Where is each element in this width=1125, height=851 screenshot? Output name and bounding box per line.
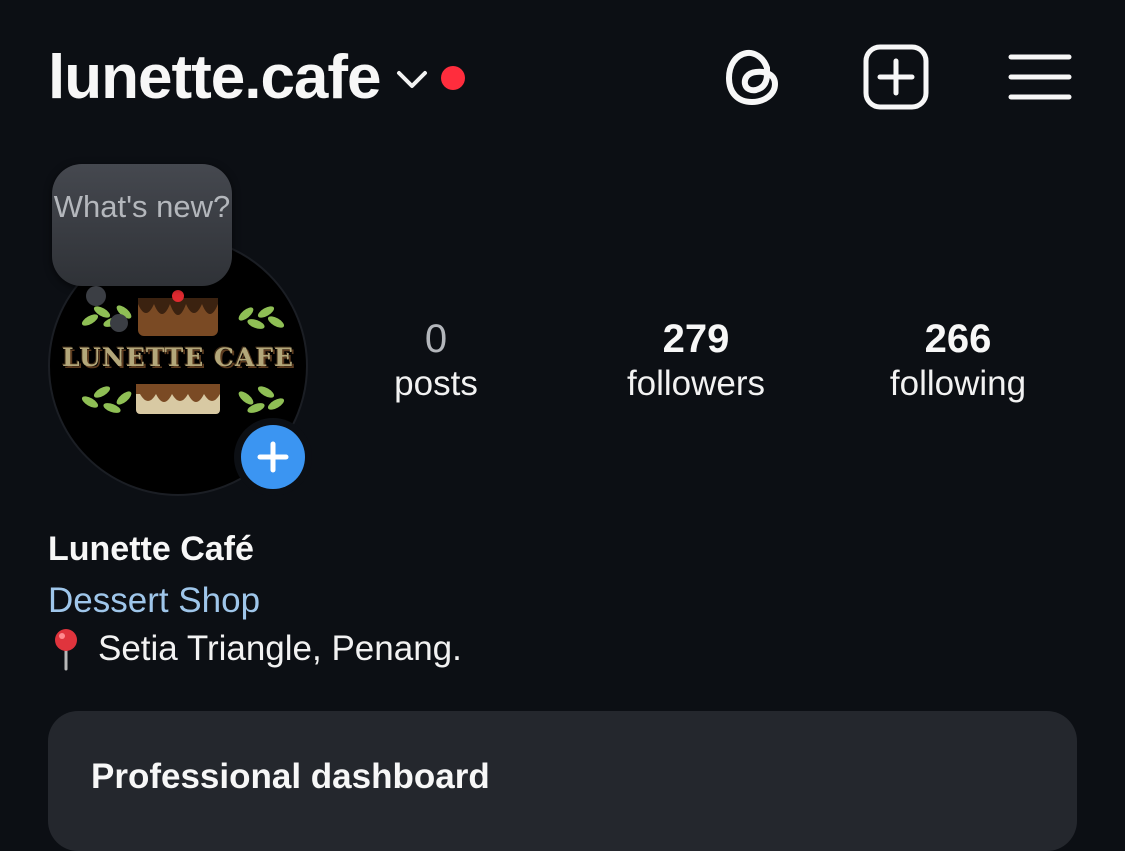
followers-label: followers xyxy=(626,364,766,403)
plus-icon xyxy=(241,425,305,489)
location-text: Setia Triangle, Penang. xyxy=(98,629,462,668)
posts-count: 0 xyxy=(424,317,448,361)
posts-label: posts xyxy=(394,364,478,403)
menu-icon[interactable] xyxy=(1006,42,1074,112)
stat-posts[interactable]: 0 posts xyxy=(326,316,546,406)
bubble-tail xyxy=(86,286,106,306)
create-icon[interactable] xyxy=(862,42,930,112)
location-line: Setia Triangle, Penang. xyxy=(48,626,1078,672)
followers-count: 279 xyxy=(662,317,730,361)
bubble-tail xyxy=(110,314,128,332)
pin-icon xyxy=(48,627,84,671)
stat-followers[interactable]: 279 followers xyxy=(586,316,806,406)
whats-new-bubble[interactable]: What's new? xyxy=(52,164,232,286)
profile-bio: Lunette Café Dessert Shop Setia Triangle… xyxy=(48,526,1078,672)
top-bar: lunette.cafe xyxy=(0,0,1125,160)
add-story-button[interactable] xyxy=(234,418,312,496)
account-switcher[interactable]: lunette.cafe xyxy=(48,38,465,118)
stat-following[interactable]: 266 following xyxy=(848,316,1068,406)
category-link[interactable]: Dessert Shop xyxy=(48,578,1078,624)
threads-icon[interactable] xyxy=(720,42,788,112)
following-label: following xyxy=(889,364,1027,403)
notification-dot xyxy=(440,66,465,90)
professional-dashboard-card[interactable]: Professional dashboard xyxy=(48,711,1077,851)
display-name: Lunette Café xyxy=(48,530,254,568)
chevron-down-icon[interactable] xyxy=(395,69,429,91)
following-count: 266 xyxy=(924,317,992,361)
logo-text: LUNETTE CAFE xyxy=(61,343,295,372)
dashboard-title: Professional dashboard xyxy=(91,757,490,796)
username[interactable]: lunette.cafe xyxy=(48,47,382,109)
